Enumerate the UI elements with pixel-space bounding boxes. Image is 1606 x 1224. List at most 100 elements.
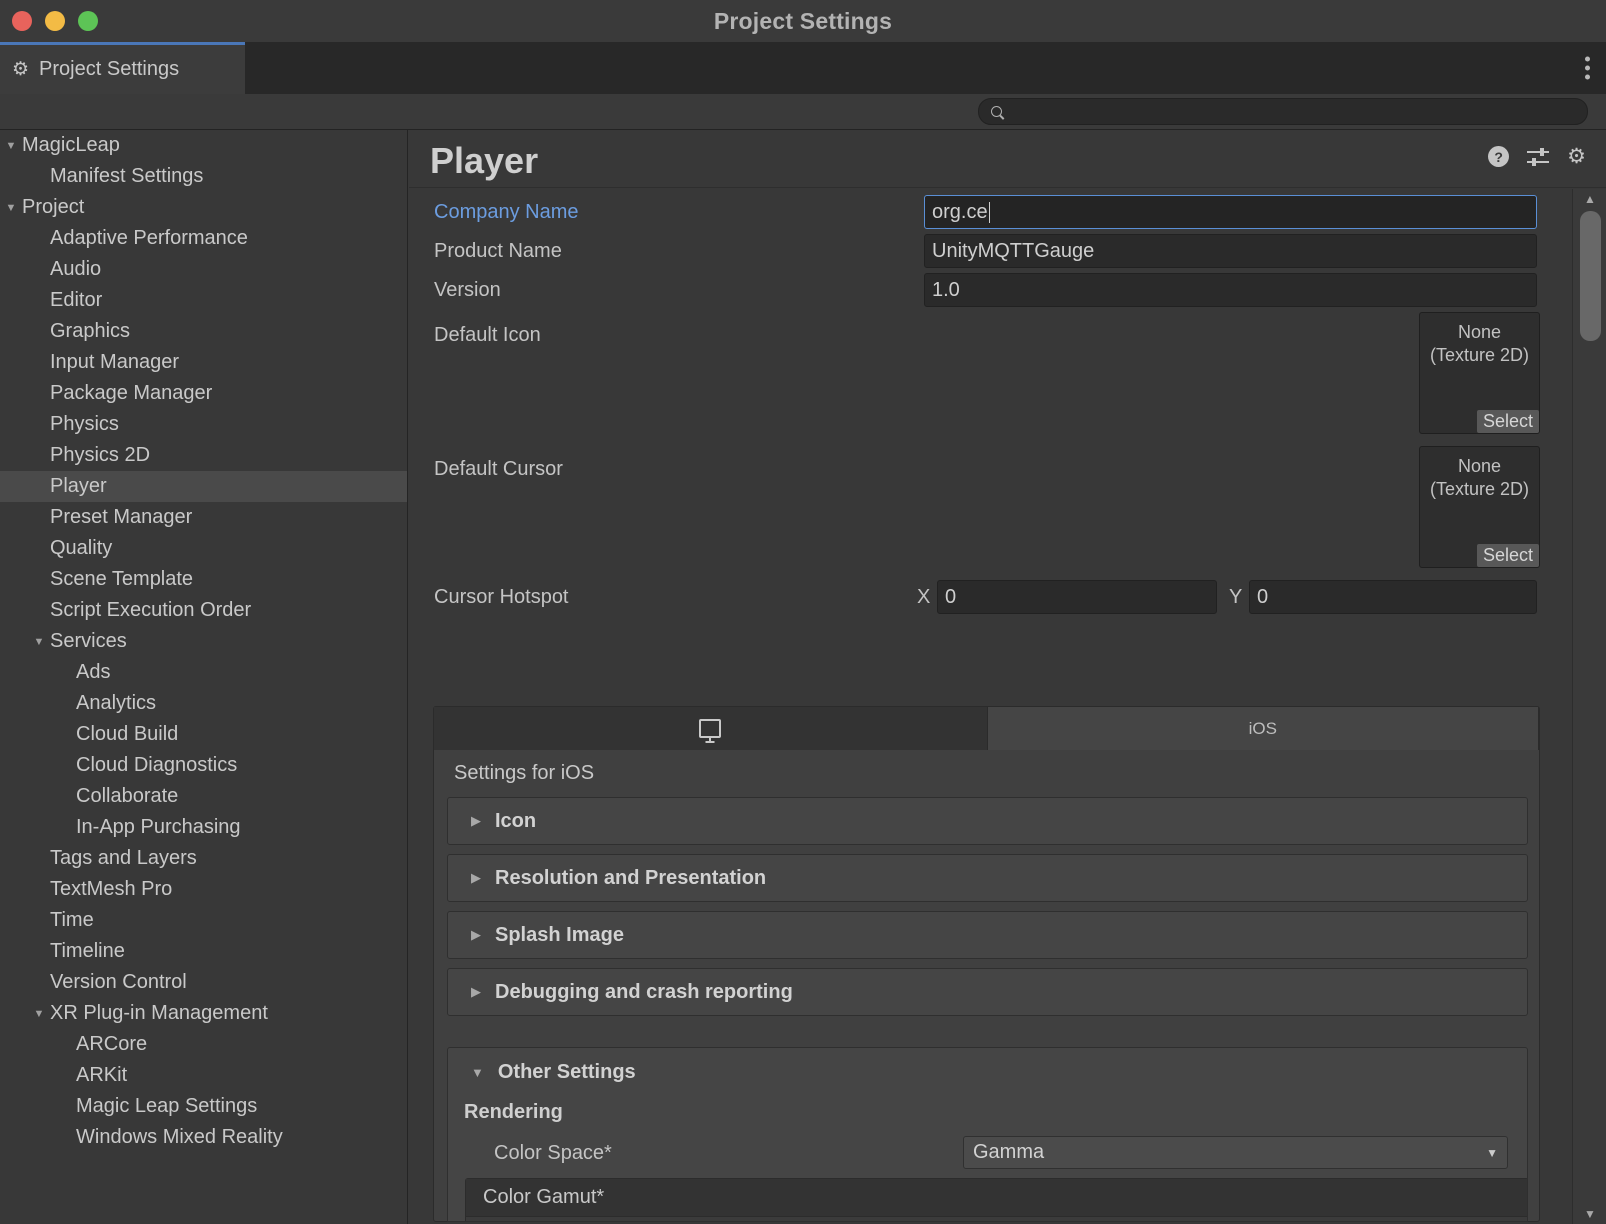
default-icon-select-button[interactable]: Select [1476, 410, 1539, 433]
sidebar-item-label: Physics 2D [50, 444, 151, 466]
sidebar-item-label: Tags and Layers [50, 847, 197, 869]
scroll-up-arrow-icon[interactable]: ▲ [1573, 189, 1606, 209]
tab-project-settings[interactable]: ⚙ Project Settings [0, 42, 245, 94]
sidebar-item-windows-mixed-reality[interactable]: Windows Mixed Reality [0, 1122, 407, 1153]
sidebar-item-cloud-build[interactable]: Cloud Build [0, 719, 407, 750]
sidebar-item-script-execution-order[interactable]: Script Execution Order [0, 595, 407, 626]
default-cursor-object-field[interactable]: None (Texture 2D) Select [1419, 446, 1540, 568]
help-icon[interactable]: ? [1488, 146, 1510, 167]
chevron-down-icon[interactable]: ▼ [28, 636, 50, 648]
foldout-resolution-and-presentation[interactable]: ▶ Resolution and Presentation [447, 854, 1528, 902]
sidebar-item-ads[interactable]: Ads [0, 657, 407, 688]
sidebar-item-in-app-purchasing[interactable]: In-App Purchasing [0, 812, 407, 843]
sidebar-item-arkit[interactable]: ARKit [0, 1060, 407, 1091]
foldout-splash-label: Splash Image [495, 923, 624, 946]
sidebar-item-cloud-diagnostics[interactable]: Cloud Diagnostics [0, 750, 407, 781]
close-window-button[interactable] [12, 11, 32, 31]
sidebar-item-label: Quality [50, 537, 113, 559]
sidebar-item-physics-2d[interactable]: Physics 2D [0, 440, 407, 471]
other-settings-header[interactable]: ▼ Other Settings [471, 1061, 636, 1084]
sidebar-item-label: Timeline [50, 940, 125, 962]
color-space-dropdown[interactable]: Gamma ▼ [963, 1136, 1508, 1169]
kebab-menu-icon[interactable] [1585, 56, 1590, 80]
sidebar-item-label: Audio [50, 258, 102, 280]
sidebar-item-timeline[interactable]: Timeline [0, 936, 407, 967]
company-name-value: org.ce [932, 200, 988, 223]
sidebar-item-label: Collaborate [76, 785, 179, 807]
rendering-section-label: Rendering [464, 1101, 563, 1123]
default-icon-value: None (Texture 2D) [1429, 322, 1530, 365]
sidebar-item-xr-plug-in-management[interactable]: ▼ XR Plug-in Management [0, 998, 407, 1029]
foldout-icon[interactable]: ▶ Icon [447, 797, 1528, 845]
list-item[interactable]: sRGB [466, 1217, 1527, 1221]
inspector-body: Company Name org.ce Product Name UnityMQ… [409, 189, 1572, 1224]
sidebar-item-label: Manifest Settings [50, 165, 204, 187]
sidebar-item-label: In-App Purchasing [76, 816, 241, 838]
chevron-down-icon[interactable]: ▼ [0, 140, 22, 152]
scroll-down-arrow-icon[interactable]: ▼ [1573, 1204, 1606, 1224]
sidebar-item-magic-leap-settings[interactable]: Magic Leap Settings [0, 1091, 407, 1122]
sidebar-item-label: Magic Leap Settings [76, 1095, 258, 1117]
sidebar-item-label: Services [50, 630, 127, 652]
minimize-window-button[interactable] [45, 11, 65, 31]
version-input[interactable]: 1.0 [924, 273, 1537, 307]
sidebar-item-tags-and-layers[interactable]: Tags and Layers [0, 843, 407, 874]
company-name-input[interactable]: org.ce [924, 195, 1537, 229]
sidebar-item-arcore[interactable]: ARCore [0, 1029, 407, 1060]
foldout-other-settings: ▼ Other Settings Rendering Color Space* … [447, 1047, 1528, 1222]
color-gamut-list: Color Gamut* sRGB [465, 1178, 1527, 1221]
sidebar-item-label: MagicLeap [22, 134, 120, 156]
sidebar-item-collaborate[interactable]: Collaborate [0, 781, 407, 812]
sidebar-item-version-control[interactable]: Version Control [0, 967, 407, 998]
sidebar-item-audio[interactable]: Audio [0, 254, 407, 285]
sidebar-item-analytics[interactable]: Analytics [0, 688, 407, 719]
sidebar-item-time[interactable]: Time [0, 905, 407, 936]
sidebar-item-preset-manager[interactable]: Preset Manager [0, 502, 407, 533]
sidebar-item-label: XR Plug-in Management [50, 1002, 268, 1024]
gear-icon: ⚙ [12, 59, 30, 80]
sidebar-item-magicleap[interactable]: ▼ MagicLeap [0, 130, 407, 161]
chevron-down-icon[interactable]: ▼ [0, 202, 22, 214]
sidebar-item-textmesh-pro[interactable]: TextMesh Pro [0, 874, 407, 905]
default-icon-object-field[interactable]: None (Texture 2D) Select [1419, 312, 1540, 434]
color-space-value: Gamma [973, 1141, 1045, 1163]
cursor-hotspot-y-input[interactable]: 0 [1249, 580, 1537, 614]
settings-tree-sidebar[interactable]: ▼ MagicLeap Manifest Settings ▼ Project Adapt… [0, 130, 408, 1224]
sidebar-item-label: Player [50, 475, 107, 497]
sidebar-item-package-manager[interactable]: Package Manager [0, 378, 407, 409]
maximize-window-button[interactable] [78, 11, 98, 31]
sidebar-item-manifest-settings[interactable]: Manifest Settings [0, 161, 407, 192]
sidebar-item-project[interactable]: ▼ Project [0, 192, 407, 223]
sidebar-item-services[interactable]: ▼ Services [0, 626, 407, 657]
scrollbar-thumb[interactable] [1580, 211, 1601, 341]
sidebar-item-physics[interactable]: Physics [0, 409, 407, 440]
chevron-right-icon: ▶ [471, 813, 481, 828]
foldout-splash-image[interactable]: ▶ Splash Image [447, 911, 1528, 959]
tab-ios[interactable]: iOS [987, 707, 1539, 750]
company-name-label: Company Name [434, 201, 579, 223]
tab-standalone[interactable] [434, 707, 988, 750]
cursor-hotspot-x-input[interactable]: 0 [937, 580, 1217, 614]
default-cursor-select-button[interactable]: Select [1476, 544, 1539, 567]
sidebar-item-label: Script Execution Order [50, 599, 252, 621]
gear-icon[interactable]: ⚙ [1567, 146, 1586, 167]
window-titlebar: Project Settings [0, 0, 1606, 42]
sidebar-item-quality[interactable]: Quality [0, 533, 407, 564]
search-input[interactable] [1009, 103, 1569, 120]
search-box[interactable] [978, 98, 1588, 125]
sidebar-item-graphics[interactable]: Graphics [0, 316, 407, 347]
chevron-down-icon[interactable]: ▼ [28, 1008, 50, 1020]
sidebar-item-player[interactable]: Player [0, 471, 407, 502]
preset-sliders-icon[interactable] [1527, 147, 1550, 166]
default-cursor-value: None (Texture 2D) [1429, 456, 1530, 499]
sidebar-item-adaptive-performance[interactable]: Adaptive Performance [0, 223, 407, 254]
sidebar-item-input-manager[interactable]: Input Manager [0, 347, 407, 378]
other-settings-label: Other Settings [497, 1061, 636, 1083]
vertical-scrollbar[interactable]: ▲ ▼ [1572, 189, 1606, 1224]
field-default-cursor: Default Cursor None (Texture 2D) Select [409, 444, 1572, 578]
foldout-debugging-and-crash-reporting[interactable]: ▶ Debugging and crash reporting [447, 968, 1528, 1016]
sidebar-item-editor[interactable]: Editor [0, 285, 407, 316]
product-name-input[interactable]: UnityMQTTGauge [924, 234, 1537, 268]
sidebar-item-scene-template[interactable]: Scene Template [0, 564, 407, 595]
sidebar-item-label: Preset Manager [50, 506, 193, 528]
